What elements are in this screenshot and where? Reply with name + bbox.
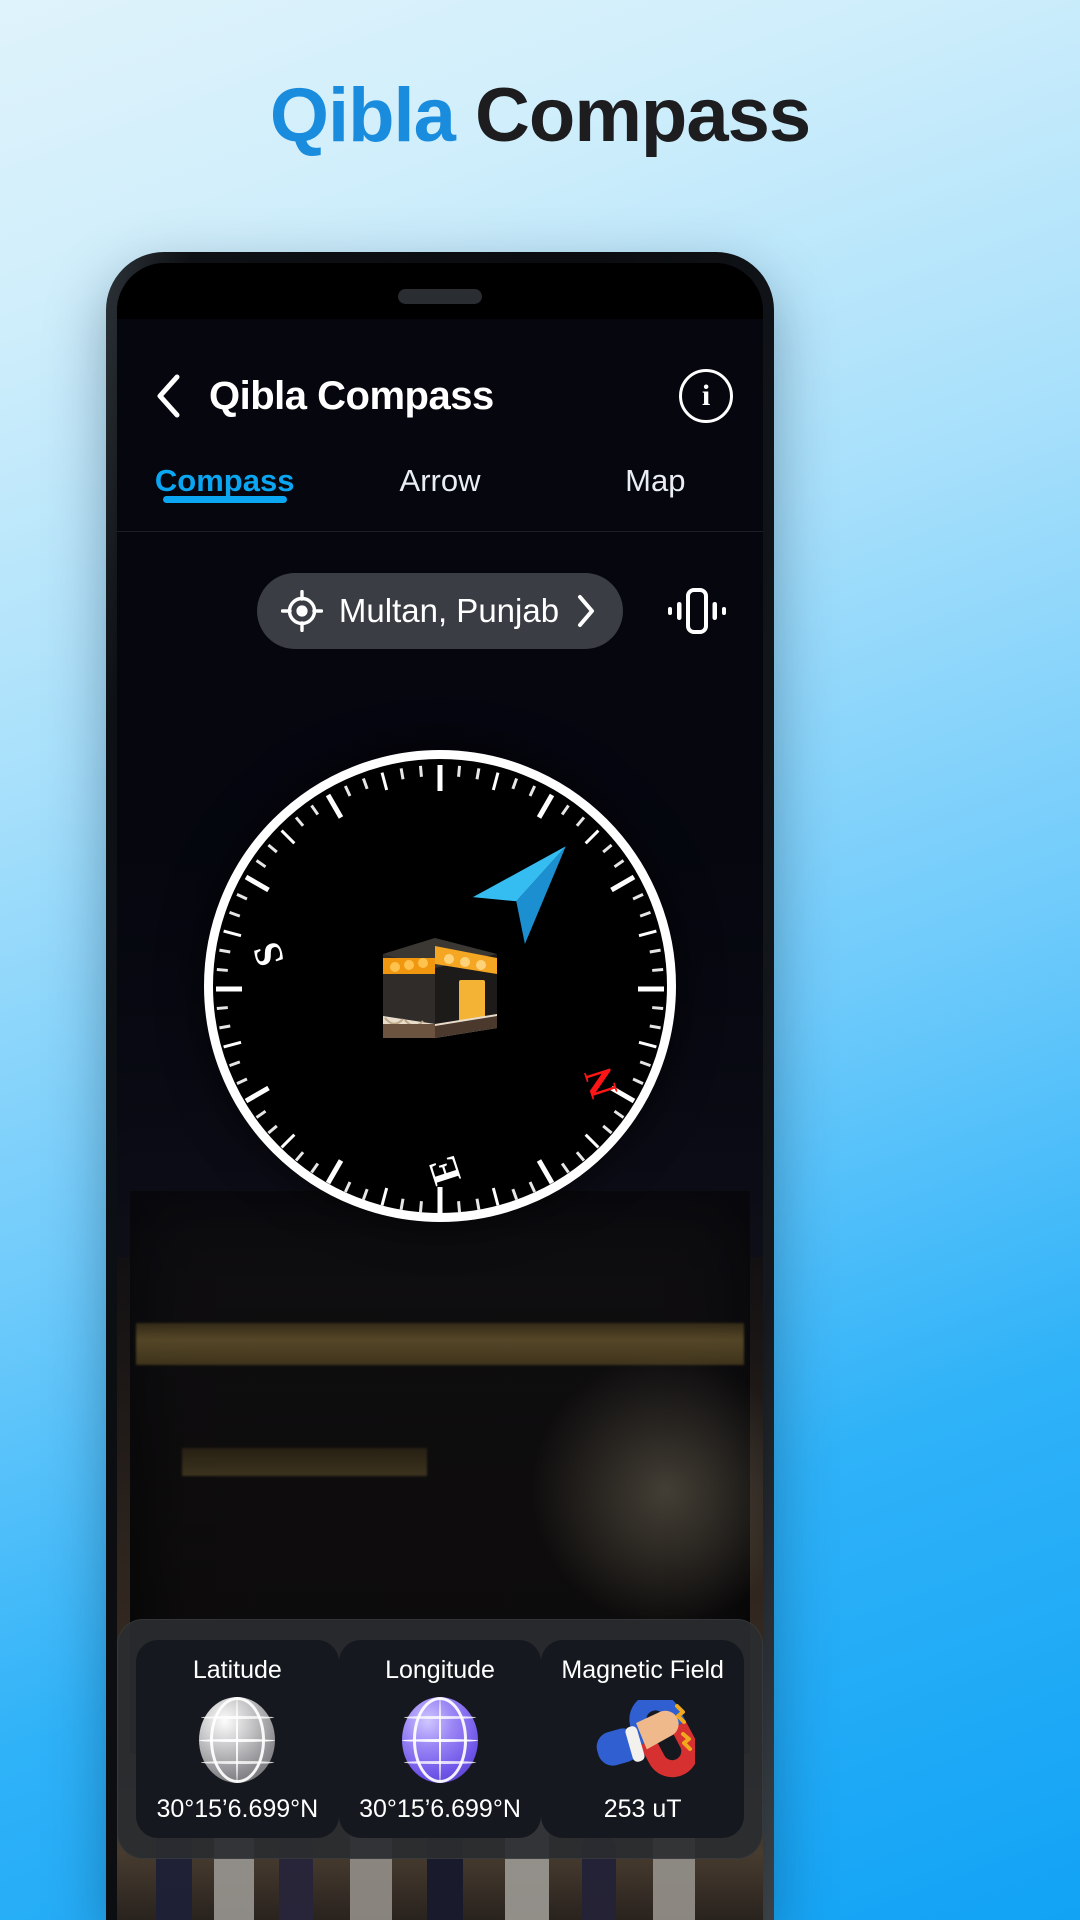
info-card-magnetic-field[interactable]: Magnetic Field 253 uT <box>541 1640 745 1838</box>
phone-mockup: Qibla Compass i Compass Arrow Map Multan… <box>106 252 774 1920</box>
info-icon: i <box>701 379 711 412</box>
magnet-hand-icon <box>591 1697 695 1783</box>
longitude-label: Longitude <box>385 1656 495 1684</box>
chevron-left-icon <box>157 374 180 418</box>
latitude-value: 30°15’6.699°N <box>156 1795 319 1823</box>
location-selector-button[interactable]: Multan, Punjab <box>256 573 624 649</box>
tab-bar: Compass Arrow Map <box>117 459 763 532</box>
tab-map[interactable]: Map <box>548 459 763 499</box>
camera-cutout-icon <box>398 289 482 304</box>
info-card-longitude[interactable]: Longitude 30°15’6.699°N <box>338 1640 542 1838</box>
location-row: Multan, Punjab <box>117 561 763 661</box>
tab-compass[interactable]: Compass <box>117 459 332 503</box>
compass-dial[interactable]: S E N <box>204 750 676 1222</box>
globe-grey-icon <box>199 1697 276 1783</box>
tab-map-label: Map <box>625 463 686 498</box>
magnetic-field-label: Magnetic Field <box>561 1656 724 1684</box>
crosshair-location-icon <box>280 590 323 632</box>
globe-purple-icon <box>402 1697 478 1783</box>
back-button[interactable] <box>143 365 195 427</box>
chevron-right-icon <box>578 595 595 627</box>
page-title-word-qibla: Qibla <box>269 73 456 158</box>
tab-compass-label: Compass <box>154 463 295 498</box>
tab-arrow-label: Arrow <box>399 463 481 498</box>
vibrate-icon <box>668 588 726 634</box>
sensor-info-bar: Latitude 30°15’6.699°N Longitude 30°15’6… <box>117 1619 763 1859</box>
tab-arrow[interactable]: Arrow <box>332 459 547 499</box>
info-card-latitude[interactable]: Latitude 30°15’6.699°N <box>136 1640 339 1838</box>
location-name: Multan, Punjab <box>338 592 560 629</box>
tab-active-indicator <box>162 496 287 503</box>
vibrate-toggle-button[interactable] <box>665 579 729 643</box>
app-header: Qibla Compass i <box>117 351 763 441</box>
app-title: Qibla Compass <box>209 373 494 418</box>
page-title: Qibla Compass <box>0 78 1080 154</box>
info-button[interactable]: i <box>679 369 733 423</box>
latitude-label: Latitude <box>192 1656 282 1684</box>
kaaba-icon <box>383 938 497 1038</box>
longitude-value: 30°15’6.699°N <box>359 1795 521 1823</box>
page-title-word-compass: Compass <box>454 73 811 158</box>
phone-screen: Qibla Compass i Compass Arrow Map Multan… <box>117 263 763 1920</box>
magnetic-field-value: 253 uT <box>603 1795 682 1823</box>
